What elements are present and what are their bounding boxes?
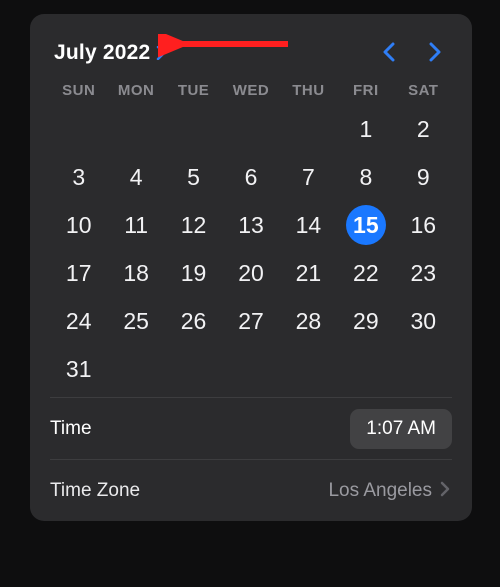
chevron-right-icon: [156, 45, 166, 63]
day-16[interactable]: 16: [395, 203, 452, 247]
weekday-sat: SAT: [395, 82, 452, 99]
day-15[interactable]: 15: [337, 203, 394, 247]
month-nav: [382, 40, 448, 66]
day-8[interactable]: 8: [337, 155, 394, 199]
day-27[interactable]: 27: [222, 299, 279, 343]
day-26[interactable]: 26: [165, 299, 222, 343]
day-11[interactable]: 11: [107, 203, 164, 247]
day-17[interactable]: 17: [50, 251, 107, 295]
day-24[interactable]: 24: [50, 299, 107, 343]
date-time-picker: July 2022 SUNMONTUEWEDTHUFRISAT 12345678…: [30, 14, 472, 521]
day-2[interactable]: 2: [395, 107, 452, 151]
next-month-button[interactable]: [428, 40, 442, 66]
picker-header: July 2022: [50, 40, 452, 82]
timezone-value: Los Angeles: [328, 480, 432, 502]
empty-cell: [50, 107, 107, 151]
day-12[interactable]: 12: [165, 203, 222, 247]
day-14[interactable]: 14: [280, 203, 337, 247]
day-28[interactable]: 28: [280, 299, 337, 343]
weekday-wed: WED: [222, 82, 279, 99]
calendar-grid: 1234567891011121314151617181920212223242…: [50, 107, 452, 391]
day-31[interactable]: 31: [50, 347, 107, 391]
day-25[interactable]: 25: [107, 299, 164, 343]
day-19[interactable]: 19: [165, 251, 222, 295]
day-18[interactable]: 18: [107, 251, 164, 295]
empty-cell: [280, 107, 337, 151]
day-23[interactable]: 23: [395, 251, 452, 295]
day-9[interactable]: 9: [395, 155, 452, 199]
day-6[interactable]: 6: [222, 155, 279, 199]
day-5[interactable]: 5: [165, 155, 222, 199]
time-row: Time 1:07 AM: [50, 397, 452, 459]
day-13[interactable]: 13: [222, 203, 279, 247]
prev-month-button[interactable]: [382, 40, 396, 66]
day-22[interactable]: 22: [337, 251, 394, 295]
time-value-button[interactable]: 1:07 AM: [350, 409, 452, 449]
weekday-thu: THU: [280, 82, 337, 99]
timezone-value-button[interactable]: Los Angeles: [328, 480, 450, 502]
day-21[interactable]: 21: [280, 251, 337, 295]
empty-cell: [222, 107, 279, 151]
timezone-row[interactable]: Time Zone Los Angeles: [50, 459, 452, 521]
empty-cell: [165, 107, 222, 151]
weekday-sun: SUN: [50, 82, 107, 99]
day-4[interactable]: 4: [107, 155, 164, 199]
day-1[interactable]: 1: [337, 107, 394, 151]
weekday-header-row: SUNMONTUEWEDTHUFRISAT: [50, 82, 452, 99]
day-3[interactable]: 3: [50, 155, 107, 199]
chevron-right-icon: [440, 481, 450, 501]
day-29[interactable]: 29: [337, 299, 394, 343]
day-10[interactable]: 10: [50, 203, 107, 247]
day-20[interactable]: 20: [222, 251, 279, 295]
weekday-mon: MON: [107, 82, 164, 99]
month-year-label: July 2022: [54, 41, 150, 65]
day-30[interactable]: 30: [395, 299, 452, 343]
month-year-button[interactable]: July 2022: [54, 41, 166, 65]
weekday-tue: TUE: [165, 82, 222, 99]
empty-cell: [107, 107, 164, 151]
time-label: Time: [50, 418, 92, 440]
weekday-fri: FRI: [337, 82, 394, 99]
timezone-label: Time Zone: [50, 480, 140, 502]
day-7[interactable]: 7: [280, 155, 337, 199]
